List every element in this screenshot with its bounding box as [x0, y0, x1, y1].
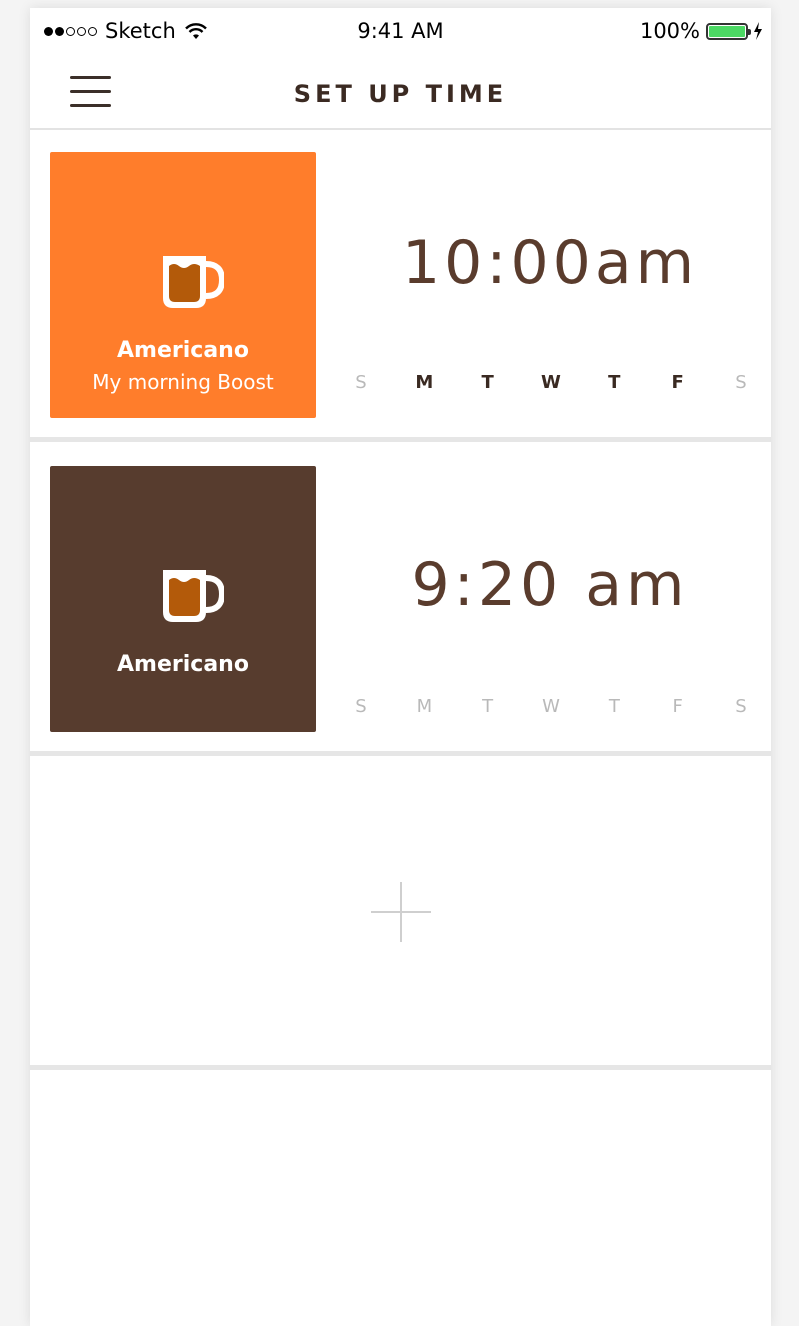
weekday-selector: S M T W T F S: [346, 372, 756, 393]
alarm-time[interactable]: 10:00am: [350, 228, 750, 298]
drink-tile[interactable]: Americano: [50, 466, 316, 732]
day-wednesday[interactable]: W: [536, 696, 566, 717]
navigation-bar: SET UP TIME: [30, 56, 771, 130]
page-title: SET UP TIME: [293, 80, 508, 108]
weekday-selector: S M T W T F S: [346, 696, 756, 717]
day-saturday[interactable]: S: [726, 372, 756, 393]
battery-percent: 100%: [639, 19, 700, 43]
day-monday[interactable]: M: [409, 372, 439, 393]
day-saturday[interactable]: S: [726, 696, 756, 717]
status-bar: Sketch 9:41 AM 100%: [30, 8, 771, 56]
day-friday[interactable]: F: [663, 372, 693, 393]
day-tuesday[interactable]: T: [473, 696, 503, 717]
drink-label: My morning Boost: [92, 370, 274, 394]
drink-name: Americano: [117, 338, 249, 363]
day-monday[interactable]: M: [409, 696, 439, 717]
day-sunday[interactable]: S: [346, 372, 376, 393]
plus-icon[interactable]: [371, 882, 431, 942]
coffee-mug-icon: [163, 570, 224, 622]
day-friday[interactable]: F: [663, 696, 693, 717]
day-thursday[interactable]: T: [599, 372, 629, 393]
day-tuesday[interactable]: T: [473, 372, 503, 393]
add-alarm-card[interactable]: [30, 758, 771, 1070]
battery-icon: [706, 22, 751, 40]
alarm-card[interactable]: Americano 9:20 am S M T W T F S: [30, 444, 771, 756]
day-thursday[interactable]: T: [599, 696, 629, 717]
drink-name: Americano: [117, 652, 249, 677]
status-right: 100%: [640, 19, 763, 43]
alarm-card[interactable]: Americano My morning Boost 10:00am S M T…: [30, 130, 771, 442]
phone-screen: Sketch 9:41 AM 100% SET UP TIME American…: [30, 8, 771, 1326]
day-sunday[interactable]: S: [346, 696, 376, 717]
alarm-time[interactable]: 9:20 am: [350, 550, 750, 620]
coffee-mug-icon: [163, 256, 224, 308]
drink-tile[interactable]: Americano My morning Boost: [50, 152, 316, 418]
charging-icon: [754, 22, 762, 40]
day-wednesday[interactable]: W: [536, 372, 566, 393]
